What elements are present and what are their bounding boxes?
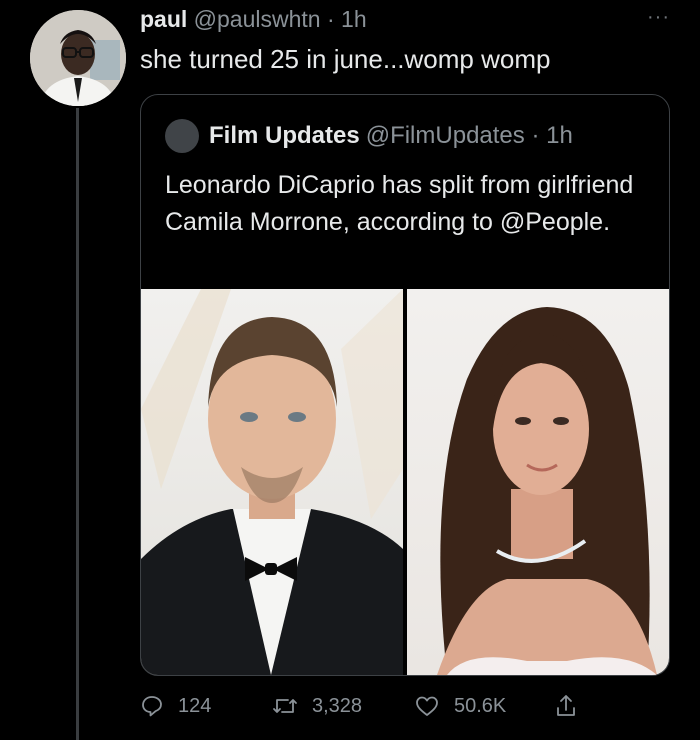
photo-left[interactable] xyxy=(141,289,403,675)
quoted-avatar[interactable] xyxy=(165,119,199,153)
media-grid xyxy=(141,289,669,675)
retweet-count: 3,328 xyxy=(312,694,363,717)
quoted-user-handle: @FilmUpdates xyxy=(365,122,525,149)
heart-icon xyxy=(416,696,438,716)
tweet-actions: 124 3,328 50.6K xyxy=(140,686,610,726)
quoted-tweet[interactable]: Film Updates @FilmUpdates · 1h Leonardo … xyxy=(140,94,670,676)
photo-woman-in-white-dress xyxy=(437,307,657,675)
tweet-text: she turned 25 in june...womp womp xyxy=(140,44,551,74)
share-icon xyxy=(557,695,575,716)
display-name[interactable]: paul xyxy=(140,6,187,32)
reply-count: 124 xyxy=(178,694,212,717)
thread-line xyxy=(76,108,79,740)
timestamp[interactable]: · 1h xyxy=(327,6,367,32)
photo-man-in-tuxedo xyxy=(141,289,403,675)
share-button[interactable] xyxy=(554,693,592,719)
like-count: 50.6K xyxy=(454,694,507,717)
quoted-display-name: Film Updates xyxy=(209,122,360,149)
photo-right[interactable] xyxy=(407,289,669,675)
avatar[interactable] xyxy=(30,10,126,106)
retweet-button[interactable]: 3,328 xyxy=(272,694,414,718)
reply-button[interactable]: 124 xyxy=(140,694,272,718)
user-handle[interactable]: @paulswhtn xyxy=(194,6,321,32)
more-options-icon[interactable]: ··· xyxy=(647,6,670,29)
quoted-timestamp: · 1h xyxy=(531,122,573,149)
quoted-tweet-text: Leonardo DiCaprio has split from girlfri… xyxy=(165,171,634,236)
reply-icon xyxy=(142,696,162,717)
avatar-image xyxy=(30,10,126,106)
like-button[interactable]: 50.6K xyxy=(414,694,554,718)
tweet-header: paul @paulswhtn · 1h xyxy=(140,6,367,33)
quoted-tweet-header: Film Updates @FilmUpdates · 1h xyxy=(165,119,573,153)
retweet-icon xyxy=(273,699,297,713)
